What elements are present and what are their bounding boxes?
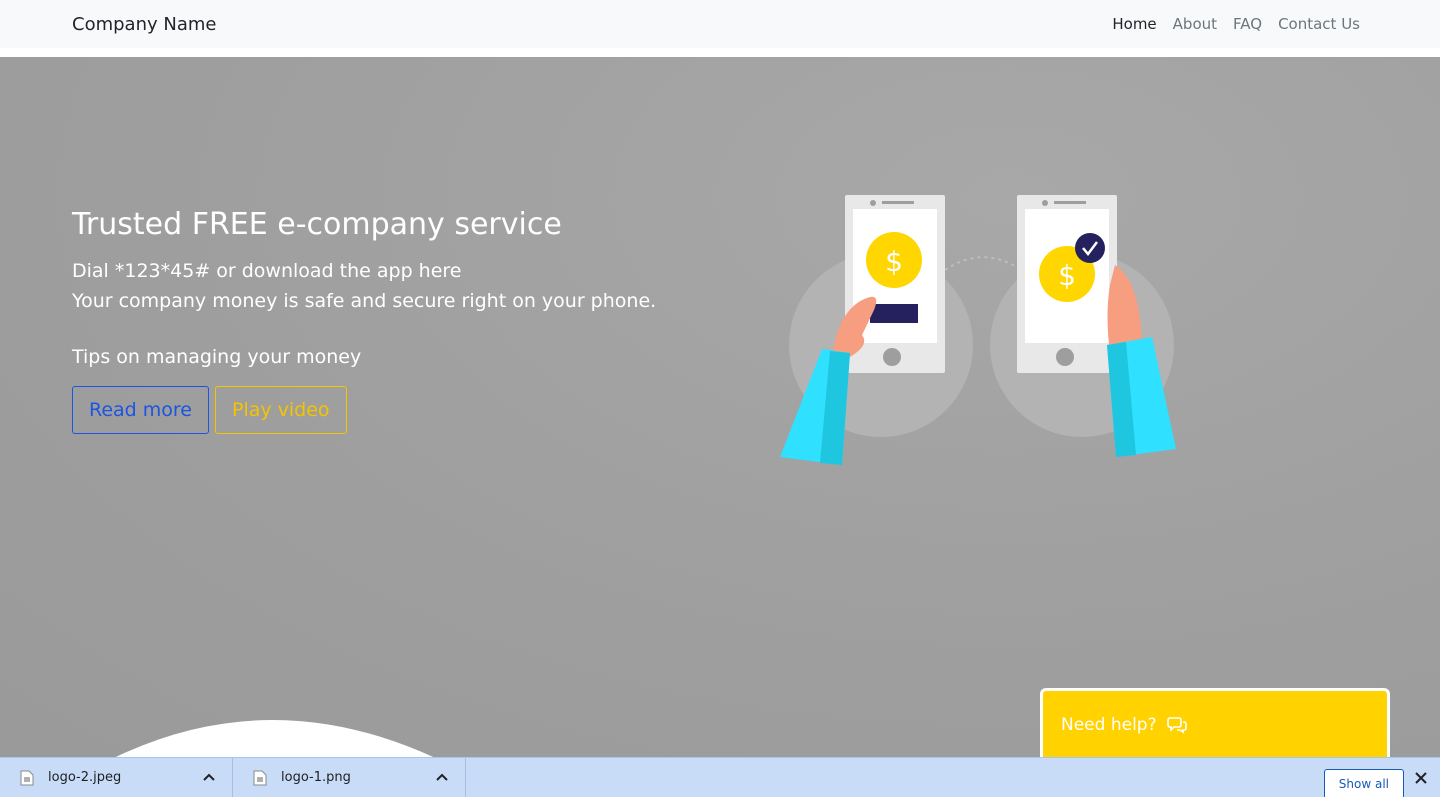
currency-symbol-right: $ (1058, 259, 1076, 292)
close-icon[interactable] (1414, 771, 1428, 785)
nav-link-contact[interactable]: Contact Us (1278, 15, 1360, 33)
nav-link-faq[interactable]: FAQ (1233, 15, 1262, 33)
phone-payment-illustration: $ $ (780, 195, 1176, 465)
phone-right: $ (1017, 195, 1117, 373)
file-icon (20, 770, 34, 785)
nav-link-about[interactable]: About (1173, 15, 1217, 33)
read-more-button[interactable]: Read more (72, 386, 209, 434)
show-all-button[interactable]: Show all (1323, 769, 1404, 797)
download-item[interactable]: logo-2.jpeg (0, 757, 233, 797)
hero-title: Trusted FREE e-company service (72, 207, 562, 242)
nav-links: Home About FAQ Contact Us (1112, 15, 1360, 33)
navbar: Company Name Home About FAQ Contact Us (0, 0, 1440, 48)
hero-tips: Tips on managing your money (72, 346, 362, 368)
file-icon (253, 770, 267, 785)
download-bar: logo-2.jpeg logo-1.png Show all (0, 757, 1440, 797)
hero-text: Trusted FREE e-company service Dial *123… (72, 207, 656, 434)
need-help-label: Need help? (1061, 714, 1157, 735)
chevron-up-icon[interactable] (202, 770, 216, 784)
download-item[interactable]: logo-1.png (233, 757, 466, 797)
transfer-arc (944, 256, 1021, 271)
download-filename: logo-2.jpeg (48, 770, 122, 785)
currency-symbol: $ (885, 245, 903, 278)
brand-link[interactable]: Company Name (72, 14, 216, 35)
chevron-up-icon[interactable] (435, 770, 449, 784)
check-icon (1075, 233, 1105, 263)
play-video-button[interactable]: Play video (215, 386, 347, 434)
need-help-widget[interactable]: Need help? (1040, 688, 1390, 758)
chat-icon (1166, 716, 1187, 733)
download-filename: logo-1.png (281, 770, 351, 785)
hero-line-dial: Dial *123*45# or download the app here (72, 260, 462, 282)
nav-link-home[interactable]: Home (1112, 15, 1156, 33)
hero-buttons: Read more Play video (72, 386, 656, 434)
hero-line-safe: Your company money is safe and secure ri… (72, 290, 657, 312)
decorative-wave (115, 720, 434, 757)
hero-section: Trusted FREE e-company service Dial *123… (0, 57, 1440, 757)
